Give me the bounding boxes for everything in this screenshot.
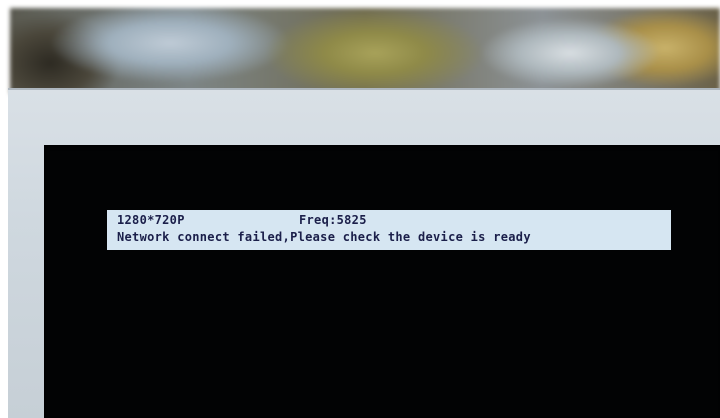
osd-info-row: 1280*720P Freq:5825 (117, 212, 663, 229)
resolution-label: 1280*720P (117, 213, 185, 227)
error-message: Network connect failed,Please check the … (117, 230, 531, 244)
photo-of-monitor: 1280*720P Freq:5825 Network connect fail… (0, 0, 720, 418)
blurred-background-scene (10, 8, 720, 94)
frequency-label: Freq:5825 (299, 213, 367, 227)
monitor-screen (44, 145, 720, 418)
osd-status-bar: 1280*720P Freq:5825 Network connect fail… (107, 210, 671, 250)
osd-message-row: Network connect failed,Please check the … (117, 229, 663, 246)
